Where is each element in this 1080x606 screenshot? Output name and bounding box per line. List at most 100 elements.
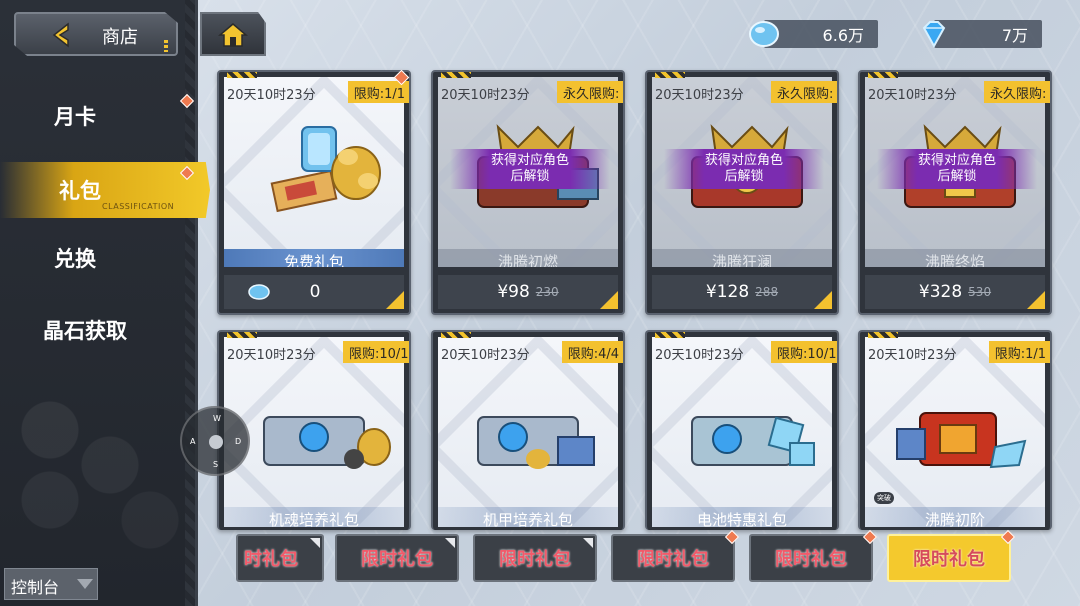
red-chest-art bbox=[896, 412, 1027, 469]
console-button[interactable]: 控制台 bbox=[4, 568, 98, 600]
price-corner-decoration bbox=[386, 291, 404, 309]
hazard-stripe bbox=[441, 72, 471, 78]
card-limit: 永久限购: bbox=[557, 81, 623, 103]
card-limit: 限购:10/1 bbox=[771, 341, 837, 363]
virtual-joystick[interactable]: W A D S bbox=[180, 406, 250, 476]
free-gift-art bbox=[270, 126, 381, 213]
card-name: 电池特惠礼包 bbox=[652, 507, 832, 527]
tab-corner-decoration bbox=[310, 538, 320, 548]
card-name: 免费礼包 bbox=[224, 249, 404, 267]
card-name: 沸腾终焰 bbox=[865, 249, 1045, 267]
console-label: 控制台 bbox=[11, 578, 60, 597]
gift-card-boil-first[interactable]: 获得对应角色 后解锁 沸腾初燃 20天10时23分 永久限购: ¥98 230 bbox=[431, 70, 625, 315]
home-button[interactable] bbox=[200, 12, 266, 56]
supply-chest-art bbox=[477, 416, 595, 469]
lock-banner: 获得对应角色 后解锁 bbox=[877, 149, 1037, 189]
sidebar-item-gift-pack[interactable]: 礼包 CLASSIFICATION bbox=[0, 162, 210, 218]
price-bar: 0 bbox=[224, 275, 404, 309]
crystal-icon bbox=[749, 21, 779, 47]
crystal-icon bbox=[247, 284, 270, 300]
card-art-area: 获得对应角色 后解锁 沸腾终焰 bbox=[865, 77, 1045, 267]
card-timer: 20天10时23分 bbox=[441, 348, 530, 363]
crystal-counter: 6.6万 bbox=[764, 20, 878, 48]
card-timer: 20天10时23分 bbox=[655, 348, 744, 363]
sidebar-item-sublabel: CLASSIFICATION bbox=[102, 202, 175, 211]
gift-card-mech-train[interactable]: 机甲培养礼包 20天10时23分 限购:4/4 bbox=[431, 330, 625, 530]
card-limit: 限购:10/1 bbox=[343, 341, 409, 363]
tab-limited-gift-0[interactable]: 时礼包 bbox=[236, 534, 324, 582]
chevron-down-icon bbox=[77, 579, 93, 589]
lock-text-line2: 后解锁 bbox=[724, 169, 764, 184]
gift-card-battery[interactable]: 电池特惠礼包 20天10时23分 限购:10/1 bbox=[645, 330, 839, 530]
tab-label: 限时礼包 bbox=[637, 549, 709, 570]
card-art-area: 机甲培养礼包 bbox=[438, 337, 618, 527]
tab-limited-gift-2[interactable]: 限时礼包 bbox=[473, 534, 597, 582]
card-timer: 20天10时23分 bbox=[868, 88, 957, 103]
lock-text-line1: 获得对应角色 bbox=[490, 153, 569, 168]
gift-card-boil-final[interactable]: 获得对应角色 后解锁 沸腾终焰 20天10时23分 永久限购: ¥328 530 bbox=[858, 70, 1052, 315]
card-limit: 限购:4/4 bbox=[561, 341, 623, 363]
tab-limited-gift-1[interactable]: 限时礼包 bbox=[335, 534, 459, 582]
sidebar-item-label: 月卡 bbox=[54, 105, 96, 129]
card-timer: 20天10时23分 bbox=[441, 88, 530, 103]
card-name: 沸腾狂澜 bbox=[652, 249, 832, 267]
tab-limited-gift-5[interactable]: 限时礼包 bbox=[887, 529, 1016, 582]
back-label: 商店 bbox=[102, 27, 138, 48]
gift-card-boil-wave[interactable]: 获得对应角色 后解锁 沸腾狂澜 20天10时23分 永久限购: ¥128 288 bbox=[645, 70, 839, 315]
joystick-d-label: D bbox=[235, 437, 242, 446]
crystal-amount: 6.6万 bbox=[822, 26, 864, 45]
joystick-a-label: A bbox=[190, 437, 196, 446]
lock-text-line1: 获得对应角色 bbox=[704, 153, 783, 168]
sidebar-item-label: 兑换 bbox=[54, 247, 96, 271]
hazard-stripe bbox=[868, 332, 898, 338]
sidebar-item-crystal-acquire[interactable]: 晶石获取 bbox=[0, 302, 200, 358]
card-timer: 20天10时23分 bbox=[227, 348, 316, 363]
sidebar-item-exchange[interactable]: 兑换 bbox=[0, 230, 200, 286]
lock-text-line1: 获得对应角色 bbox=[917, 153, 996, 168]
card-timer: 20天10时23分 bbox=[227, 88, 316, 103]
hazard-stripe bbox=[655, 72, 685, 78]
card-badge: 突破 bbox=[874, 492, 894, 504]
tab-limited-gift-4[interactable]: 限时礼包 bbox=[749, 529, 878, 582]
card-name: 机甲培养礼包 bbox=[438, 507, 618, 527]
diamond-icon bbox=[922, 21, 946, 49]
card-art-area: 机魂培养礼包 bbox=[224, 337, 404, 527]
card-price: ¥328 bbox=[918, 282, 963, 302]
card-price: ¥98 bbox=[497, 282, 530, 302]
home-icon bbox=[218, 23, 248, 47]
sidebar-item-label: 晶石获取 bbox=[43, 319, 127, 343]
back-button[interactable]: 商店 bbox=[14, 12, 178, 56]
card-price: 0 bbox=[309, 282, 321, 302]
hazard-stripe bbox=[441, 332, 471, 338]
lock-text-line2: 后解锁 bbox=[937, 169, 977, 184]
back-dots-decoration bbox=[164, 40, 168, 52]
card-old-price: 230 bbox=[535, 285, 559, 299]
price-bar: ¥128 288 bbox=[652, 275, 832, 309]
card-art-area: 获得对应角色 后解锁 沸腾狂澜 bbox=[652, 77, 832, 267]
lock-banner: 获得对应角色 后解锁 bbox=[450, 149, 610, 189]
card-old-price: 530 bbox=[968, 285, 992, 299]
card-limit: 限购:1/1 bbox=[988, 341, 1050, 363]
back-arrow-icon bbox=[52, 22, 69, 48]
price-bar: ¥328 530 bbox=[865, 275, 1045, 309]
hex-decoration bbox=[0, 390, 190, 590]
card-name: 机魂培养礼包 bbox=[224, 507, 404, 527]
joystick-w-label: W bbox=[213, 414, 221, 423]
card-art-area: 获得对应角色 后解锁 沸腾初燃 bbox=[438, 77, 618, 267]
card-name: 沸腾初阶 bbox=[865, 507, 1045, 527]
sidebar-item-monthly-card[interactable]: 月卡 bbox=[0, 88, 200, 144]
card-name: 沸腾初燃 bbox=[438, 249, 618, 267]
hazard-stripe bbox=[868, 72, 898, 78]
card-limit: 永久限购: bbox=[984, 81, 1050, 103]
hazard-stripe bbox=[655, 332, 685, 338]
gift-card-free[interactable]: 免费礼包 20天10时23分 限购:1/1 0 bbox=[217, 69, 411, 315]
card-limit: 永久限购: bbox=[771, 81, 837, 103]
hazard-stripe bbox=[227, 72, 257, 78]
supply-chest-art bbox=[263, 416, 391, 469]
joystick-s-label: S bbox=[213, 460, 219, 469]
joystick-knob[interactable] bbox=[209, 435, 223, 449]
tab-limited-gift-3[interactable]: 限时礼包 bbox=[611, 529, 740, 582]
diamond-counter: 7万 bbox=[934, 20, 1042, 48]
tab-corner-decoration bbox=[583, 538, 593, 548]
tab-label: 限时礼包 bbox=[913, 549, 985, 570]
